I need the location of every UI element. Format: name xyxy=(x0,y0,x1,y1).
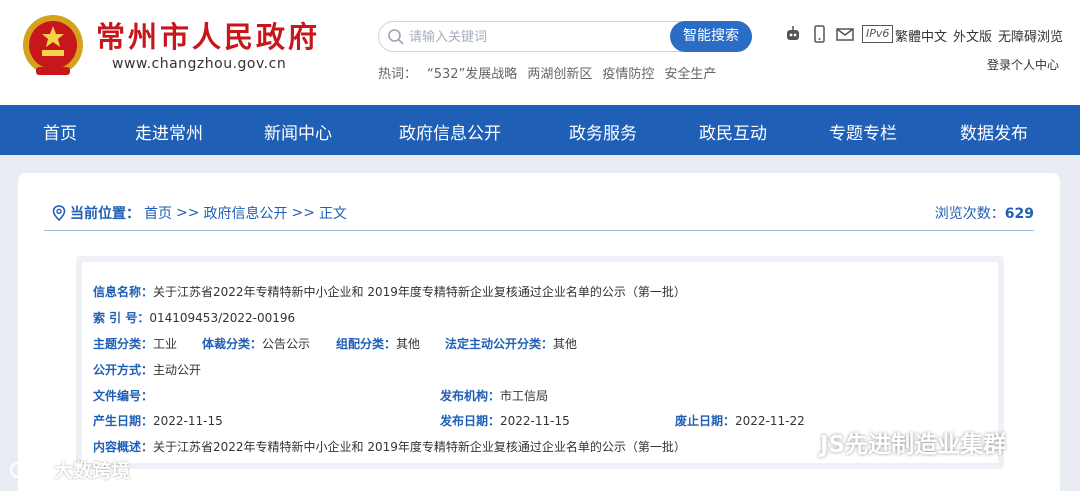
meta-row-info-name: 信息名称：关于江苏省2022年专精特新中小企业和 2019年度专精特新企业复核通… xyxy=(93,283,686,300)
created-value: 2022-11-15 xyxy=(153,414,223,428)
info-name-value: 关于江苏省2022年专精特新中小企业和 2019年度专精特新企业复核通过企业名单… xyxy=(153,285,686,299)
hotword-link[interactable]: 安全生产 xyxy=(664,63,716,82)
meta-row-org: 组配分类：其他 xyxy=(336,335,420,352)
topic-label: 主题分类： xyxy=(93,337,154,351)
watermark-right-text: JS先进制造业集群 xyxy=(820,432,1007,458)
search-bar: 智能搜索 xyxy=(378,21,752,52)
national-emblem-icon[interactable] xyxy=(18,12,88,82)
meta-row-published: 发布日期：2022-11-15 xyxy=(440,412,570,429)
search-input[interactable] xyxy=(409,26,659,48)
ipv6-badge: IPv6 xyxy=(862,25,894,43)
breadcrumb-separator: >> xyxy=(291,205,315,221)
meta-row-created: 产生日期：2022-11-15 xyxy=(93,412,223,429)
meta-row-genre: 体裁分类：公告公示 xyxy=(202,335,310,352)
breadcrumb-current: 正文 xyxy=(318,206,347,222)
publisher-label: 发布机构： xyxy=(440,389,501,403)
view-count: 浏览次数：629 xyxy=(935,203,1034,223)
divider xyxy=(44,230,1034,231)
index-value: 014109453/2022-00196 xyxy=(149,311,296,325)
site-url: www.changzhou.gov.cn xyxy=(112,56,287,72)
hotword-link[interactable]: “532”发展战略 xyxy=(427,63,517,82)
robot-icon[interactable] xyxy=(784,24,802,44)
breadcrumb-home[interactable]: 首页 xyxy=(144,203,172,223)
utility-icons: IPv6 xyxy=(784,24,894,44)
info-name-label: 信息名称： xyxy=(93,285,154,299)
summary-value: 关于江苏省2022年专精特新中小企业和 2019年度专精特新企业复核通过企业名单… xyxy=(153,440,686,454)
nav-item-services[interactable]: 政务服务 xyxy=(569,119,637,144)
wechat-icon xyxy=(780,429,814,454)
watermark-left-text: 大数跨境 xyxy=(54,460,131,482)
nav-item-topics[interactable]: 专题专栏 xyxy=(829,119,897,144)
publisher-value: 市工信局 xyxy=(500,389,549,403)
nav-item-about[interactable]: 走进常州 xyxy=(135,119,203,144)
nav-item-interaction[interactable]: 政民互动 xyxy=(699,119,767,144)
meta-row-method: 公开方式：主动公开 xyxy=(93,361,201,378)
legal-label: 法定主动公开分类： xyxy=(445,337,554,351)
index-label: 索 引 号： xyxy=(93,311,150,325)
login-link[interactable]: 登录个人中心 xyxy=(987,56,1059,73)
search-button[interactable]: 智能搜索 xyxy=(670,21,752,52)
main-nav: 首页 走进常州 新闻中心 政府信息公开 政务服务 政民互动 专题专栏 数据发布 xyxy=(0,105,1080,155)
summary-label: 内容概述： xyxy=(93,440,154,454)
hotword-link[interactable]: 两湖创新区 xyxy=(527,63,592,82)
mail-icon[interactable] xyxy=(836,24,854,44)
search-icon xyxy=(388,29,404,45)
utility-links: 繁體中文 外文版 无障碍浏览 xyxy=(895,26,1063,45)
meta-row-summary: 内容概述：关于江苏省2022年专精特新中小企业和 2019年度专精特新企业复核通… xyxy=(93,438,686,455)
watermark-logo-icon xyxy=(10,461,48,478)
meta-row-legal: 法定主动公开分类：其他 xyxy=(445,335,577,352)
mobile-icon[interactable] xyxy=(810,24,828,44)
expire-label: 废止日期： xyxy=(675,414,736,428)
meta-row-index: 索 引 号：014109453/2022-00196 xyxy=(93,309,295,326)
method-label: 公开方式： xyxy=(93,363,154,377)
hotword-link[interactable]: 疫情防控 xyxy=(602,63,654,82)
hotwords-label: 热词： xyxy=(378,67,418,82)
view-count-label: 浏览次数： xyxy=(934,206,1005,222)
breadcrumb-separator: >> xyxy=(176,205,200,221)
watermark-right: JS先进制造业集群 xyxy=(780,425,1006,459)
meta-row-publisher: 发布机构：市工信局 xyxy=(440,387,548,404)
hotwords: 热词： “532”发展战略 两湖创新区 疫情防控 安全生产 xyxy=(378,63,716,82)
nav-item-gov-info[interactable]: 政府信息公开 xyxy=(399,119,501,144)
traditional-chinese-link[interactable]: 繁體中文 xyxy=(895,26,947,45)
view-count-value: 629 xyxy=(1004,206,1034,222)
genre-label: 体裁分类： xyxy=(202,337,263,351)
breadcrumb-gov-info[interactable]: 政府信息公开 xyxy=(203,203,287,223)
site-title[interactable]: 常州市人民政府 xyxy=(96,20,320,54)
published-value: 2022-11-15 xyxy=(500,414,570,428)
foreign-version-link[interactable]: 外文版 xyxy=(953,26,992,45)
org-value: 其他 xyxy=(396,337,421,351)
published-label: 发布日期： xyxy=(440,414,501,428)
genre-value: 公告公示 xyxy=(262,337,311,351)
nav-item-news[interactable]: 新闻中心 xyxy=(264,119,332,144)
nav-item-home[interactable]: 首页 xyxy=(43,119,77,144)
method-value: 主动公开 xyxy=(153,363,202,377)
location-pin-icon xyxy=(52,205,66,221)
breadcrumb-label: 当前位置： xyxy=(70,206,140,222)
org-label: 组配分类： xyxy=(336,337,397,351)
nav-item-data[interactable]: 数据发布 xyxy=(960,119,1028,144)
meta-row-topic: 主题分类：工业 xyxy=(93,335,177,352)
meta-row-docno: 文件编号： xyxy=(93,387,153,404)
breadcrumb: 当前位置： 首页 >> 政府信息公开 >> 正文 xyxy=(52,203,347,223)
created-label: 产生日期： xyxy=(93,414,154,428)
docno-label: 文件编号： xyxy=(93,389,154,403)
topic-value: 工业 xyxy=(153,337,178,351)
legal-value: 其他 xyxy=(553,337,578,351)
watermark-left: 大数跨境 xyxy=(8,456,130,483)
accessibility-link[interactable]: 无障碍浏览 xyxy=(998,26,1063,45)
